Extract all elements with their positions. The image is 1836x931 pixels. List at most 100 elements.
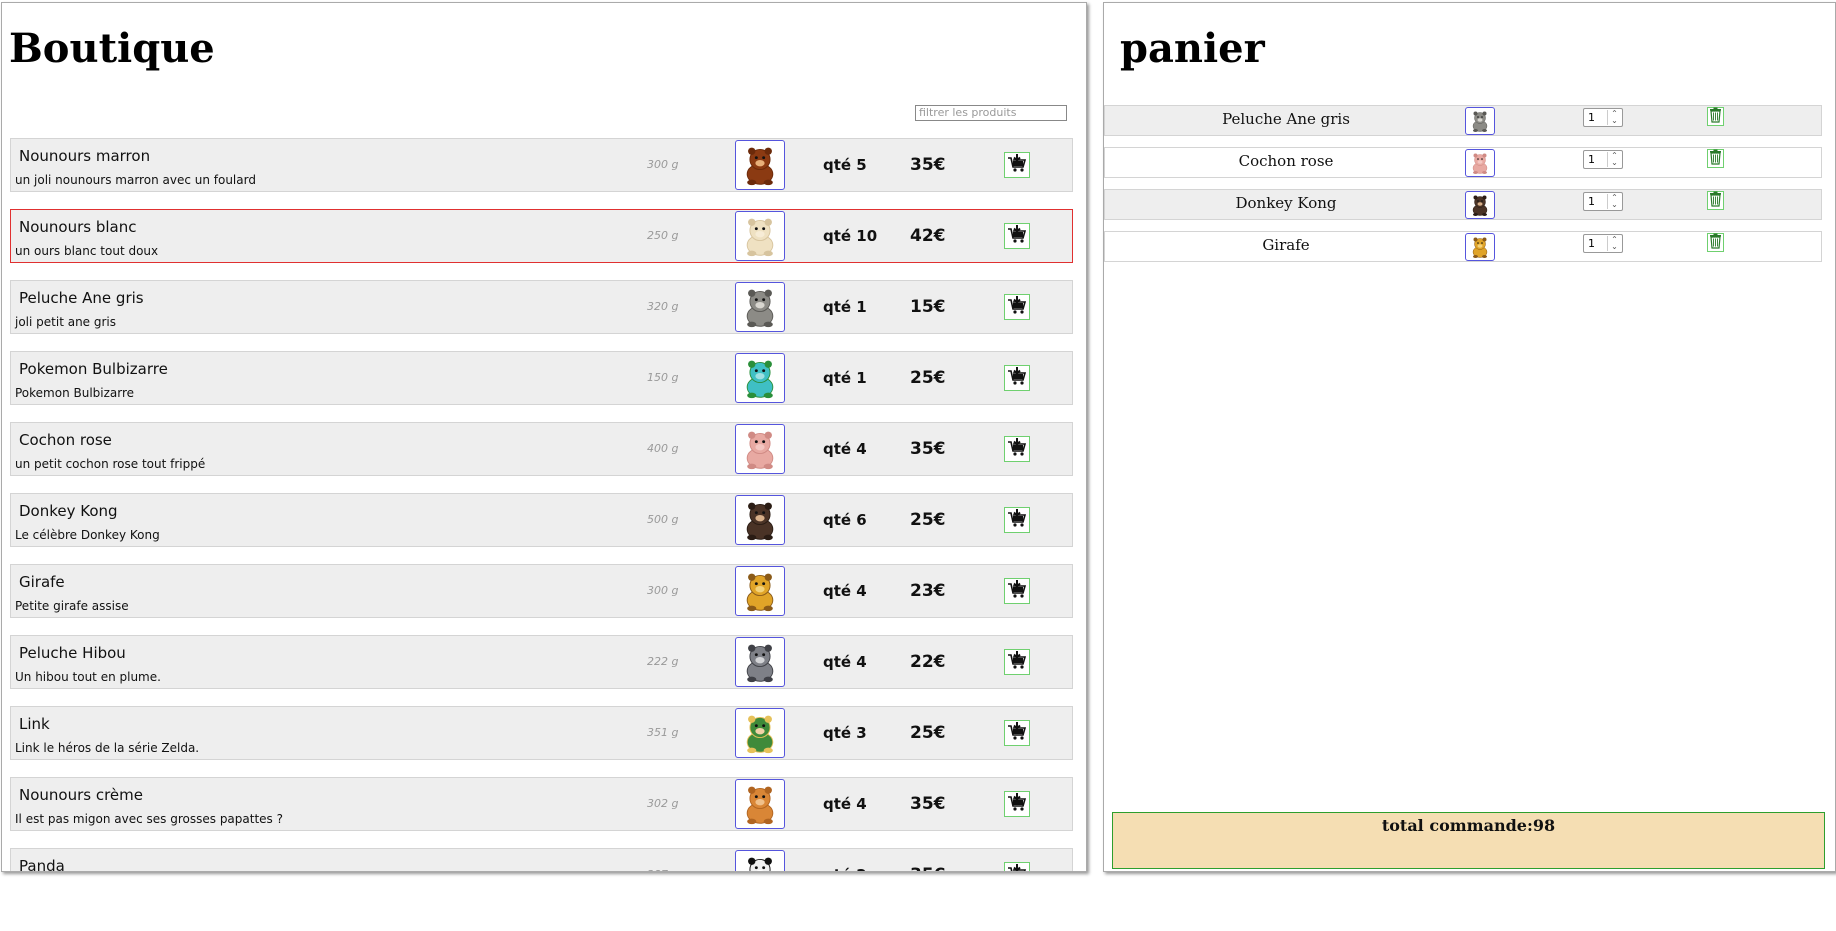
product-row[interactable]: Peluche Hibou Un hibou tout en plume. 22… — [10, 635, 1073, 689]
cart-item-name: Girafe — [1262, 236, 1310, 254]
cart-item-quantity-input[interactable]: 1 ⌃ ⌄ — [1583, 150, 1623, 169]
remove-item-button[interactable] — [1707, 149, 1724, 168]
product-description: Il est pas migon avec ses grosses papatt… — [15, 812, 283, 826]
add-to-cart-icon — [1007, 650, 1027, 674]
giraffe-plush-icon — [1465, 233, 1495, 261]
product-weight: 351 g — [647, 726, 679, 739]
product-name: Peluche Ane gris — [19, 289, 144, 307]
cart-item-quantity-input[interactable]: 1 ⌃ ⌄ — [1583, 234, 1623, 253]
add-to-cart-button[interactable] — [1004, 507, 1030, 533]
product-quantity: qté 1 — [823, 298, 867, 316]
product-price: 42€ — [910, 226, 946, 246]
product-name: Donkey Kong — [19, 502, 118, 520]
product-name: Link — [19, 715, 50, 733]
product-price: 35€ — [910, 155, 946, 175]
quantity-spinner-icon[interactable]: ⌃ ⌄ — [1607, 194, 1621, 209]
product-name: Girafe — [19, 573, 65, 591]
add-to-cart-button[interactable] — [1004, 791, 1030, 817]
product-price: 25€ — [910, 368, 946, 388]
add-to-cart-button[interactable] — [1004, 436, 1030, 462]
product-weight: 320 g — [647, 300, 679, 313]
product-weight: 250 g — [647, 229, 679, 242]
add-to-cart-icon — [1007, 508, 1027, 532]
product-quantity: qté 1 — [823, 369, 867, 387]
product-quantity: qté 10 — [823, 227, 878, 245]
cream-teddy-bear-icon — [735, 779, 785, 829]
quantity-spinner-icon[interactable]: ⌃ ⌄ — [1607, 236, 1621, 251]
add-to-cart-icon — [1007, 579, 1027, 603]
grey-donkey-plush-icon — [1465, 107, 1495, 135]
product-row[interactable]: Girafe Petite girafe assise 300 g qté 4 … — [10, 564, 1073, 618]
cart-item: Girafe 1 ⌃ ⌄ — [1104, 231, 1822, 262]
panier-panel: panier Peluche Ane gris 1 ⌃ ⌄ Cochon rose … — [1103, 2, 1836, 872]
add-to-cart-button[interactable] — [1004, 578, 1030, 604]
owl-plush-icon — [735, 637, 785, 687]
add-to-cart-button[interactable] — [1004, 365, 1030, 391]
cart-item-name: Peluche Ane gris — [1222, 110, 1350, 128]
add-to-cart-button[interactable] — [1004, 223, 1030, 249]
add-to-cart-button[interactable] — [1004, 294, 1030, 320]
add-to-cart-button[interactable] — [1004, 649, 1030, 675]
cart-item-quantity-input[interactable]: 1 ⌃ ⌄ — [1583, 108, 1623, 127]
product-name: Pokemon Bulbizarre — [19, 360, 168, 378]
product-weight: 287 g — [647, 868, 678, 871]
add-to-cart-button[interactable] — [1004, 152, 1030, 178]
product-row[interactable]: Link Link le héros de la série Zelda. 35… — [10, 706, 1073, 760]
pink-pig-plush-icon — [1465, 149, 1495, 177]
product-name: Nounours crème — [19, 786, 143, 804]
product-quantity: qté 3 — [823, 724, 867, 742]
product-quantity: qté 4 — [823, 582, 867, 600]
product-row[interactable]: Nounours blanc un ours blanc tout doux 2… — [10, 209, 1073, 263]
product-weight: 300 g — [647, 584, 679, 597]
product-description: un joli nounours marron avec un foulard — [15, 173, 256, 187]
product-price: 25€ — [910, 723, 946, 743]
product-description: Petite girafe assise — [15, 599, 129, 613]
product-quantity: qté 2 — [823, 866, 867, 871]
product-row[interactable]: Pokemon Bulbizarre Pokemon Bulbizarre 15… — [10, 351, 1073, 405]
cart-item-quantity-value: 1 — [1588, 111, 1595, 124]
add-to-cart-icon — [1007, 863, 1027, 871]
product-row[interactable]: Panda Un bon gros panda joufflu 287 g qt… — [10, 848, 1073, 872]
cart-item-name: Donkey Kong — [1235, 194, 1337, 212]
add-to-cart-button[interactable] — [1004, 862, 1030, 871]
cart-item-quantity-value: 1 — [1588, 153, 1595, 166]
cart-item: Cochon rose 1 ⌃ ⌄ — [1104, 147, 1822, 178]
white-teddy-bear-icon — [735, 211, 785, 261]
order-total: total commande:98 — [1112, 812, 1825, 869]
add-to-cart-icon — [1007, 437, 1027, 461]
cart-item-quantity-input[interactable]: 1 ⌃ ⌄ — [1583, 192, 1623, 211]
product-price: 35€ — [910, 439, 946, 459]
product-row[interactable]: Nounours crème Il est pas migon avec ses… — [10, 777, 1073, 831]
bulbasaur-plush-icon — [735, 353, 785, 403]
trash-icon — [1709, 233, 1722, 253]
product-row[interactable]: Peluche Ane gris joli petit ane gris 320… — [10, 280, 1073, 334]
product-row[interactable]: Nounours marron un joli nounours marron … — [10, 138, 1073, 192]
product-quantity: qté 5 — [823, 156, 867, 174]
remove-item-button[interactable] — [1707, 233, 1724, 252]
add-to-cart-icon — [1007, 792, 1027, 816]
product-row[interactable]: Donkey Kong Le célèbre Donkey Kong 500 g… — [10, 493, 1073, 547]
trash-icon — [1709, 149, 1722, 169]
quantity-spinner-icon[interactable]: ⌃ ⌄ — [1607, 110, 1621, 125]
remove-item-button[interactable] — [1707, 191, 1724, 210]
product-weight: 150 g — [647, 371, 679, 384]
quantity-spinner-icon[interactable]: ⌃ ⌄ — [1607, 152, 1621, 167]
product-quantity: qté 6 — [823, 511, 867, 529]
product-description: Un hibou tout en plume. — [15, 670, 161, 684]
product-weight: 400 g — [647, 442, 679, 455]
product-description: Pokemon Bulbizarre — [15, 386, 135, 400]
product-name: Panda — [19, 857, 65, 872]
cart-item: Donkey Kong 1 ⌃ ⌄ — [1104, 189, 1822, 220]
remove-item-button[interactable] — [1707, 107, 1724, 126]
pink-pig-plush-icon — [735, 424, 785, 474]
product-description: joli petit ane gris — [15, 315, 117, 329]
product-row[interactable]: Cochon rose un petit cochon rose tout fr… — [10, 422, 1073, 476]
brown-teddy-bear-icon — [735, 140, 785, 190]
product-filter-input[interactable]: filtrer les produits — [915, 105, 1067, 121]
product-description: Le célèbre Donkey Kong — [15, 528, 160, 542]
cart-list: Peluche Ane gris 1 ⌃ ⌄ Cochon rose 1 ⌃ ⌄ Don… — [1104, 105, 1822, 273]
add-to-cart-button[interactable] — [1004, 720, 1030, 746]
product-price: 22€ — [910, 652, 946, 672]
product-quantity: qté 4 — [823, 653, 867, 671]
add-to-cart-icon — [1007, 153, 1027, 177]
